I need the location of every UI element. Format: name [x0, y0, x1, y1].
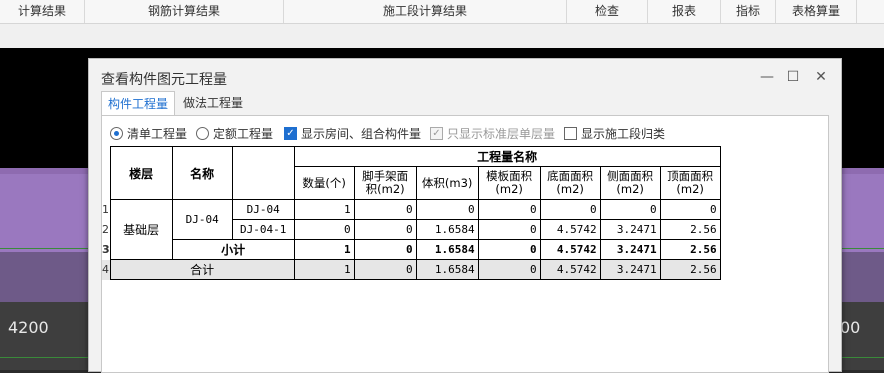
- row-number: 2: [102, 223, 109, 236]
- cell-count: 1: [293, 239, 355, 260]
- cell-volume: 1.6584: [415, 219, 479, 240]
- header-count: 数量(个): [293, 166, 355, 200]
- checkbox-show-rooms-label: 显示房间、组合构件量: [301, 126, 422, 141]
- header-side-area: 侧面面积(m2): [599, 166, 661, 200]
- checkbox-std-floor-label: 只显示标准层单层量: [447, 126, 556, 141]
- header-volume: 体积(m3): [415, 166, 479, 200]
- cell-side: 3.2471: [599, 259, 661, 280]
- header-bottom-area: 底面面积(m2): [539, 166, 601, 200]
- cell-bottom: 4.5742: [539, 219, 601, 240]
- toolbar-strip: [0, 24, 884, 48]
- cell-scaffold: 0: [353, 199, 417, 220]
- top-menu-bar: 计算结果 钢筋计算结果 施工段计算结果 检查 报表 指标 表格算量: [0, 0, 884, 24]
- radio-selected-icon: [110, 126, 123, 140]
- header-quantity-group: 工程量名称: [293, 146, 721, 167]
- header-top-area: 顶面面积(m2): [659, 166, 721, 200]
- close-icon[interactable]: ✕: [811, 67, 831, 87]
- cell-formwork: 0: [477, 239, 541, 260]
- cell-formwork: 0: [477, 259, 541, 280]
- axis-dimension-left: 4200: [8, 318, 49, 337]
- header-blank: [231, 146, 295, 200]
- menu-table-quantity[interactable]: 表格算量: [776, 0, 857, 23]
- cell-bottom: 4.5742: [539, 239, 601, 260]
- table-header-row: 楼层 名称 工程量名称: [102, 146, 721, 200]
- cell-scaffold: 0: [353, 239, 417, 260]
- radio-quota-label: 定额工程量: [213, 126, 274, 141]
- menu-check[interactable]: 检查: [567, 0, 648, 23]
- subtotal-row[interactable]: 3 小计 1 0 1.6584 0 4.5742 3.2471 2.56: [102, 239, 721, 260]
- cell-sub-name: DJ-04-1: [231, 219, 295, 240]
- total-row[interactable]: 4 合计 1 0 1.6584 0 4.5742 3.2471 2.56: [102, 259, 721, 280]
- cell-bottom: 0: [539, 199, 601, 220]
- cell-bottom: 4.5742: [539, 259, 601, 280]
- axis-dimension-right: 00: [840, 318, 861, 337]
- quantity-table: 楼层 名称 工程量名称 数量(个) 脚手架面积(m2) 体积(m3) 模板面积(…: [102, 146, 721, 280]
- subtotal-label: 小计: [171, 239, 295, 260]
- radio-empty-icon: [196, 126, 209, 140]
- cell-side: 0: [599, 199, 661, 220]
- row-number: 3: [102, 243, 110, 256]
- radio-quota-quantity[interactable]: 定额工程量: [196, 124, 273, 142]
- cell-volume: 0: [415, 199, 479, 220]
- dialog-title: 查看构件图元工程量: [101, 72, 227, 88]
- cell-formwork: 0: [477, 219, 541, 240]
- checkbox-show-section[interactable]: 显示施工段归类: [564, 124, 665, 142]
- cell-count: 1: [293, 199, 355, 220]
- checkbox-empty-icon: [564, 126, 577, 140]
- menu-calc-results[interactable]: 计算结果: [0, 0, 85, 23]
- cell-sub-name: DJ-04: [231, 199, 295, 220]
- tab-panel: 清单工程量 定额工程量 ✓ 显示房间、组合构件量 ✓ 只显示标准层单层量 显示施…: [101, 115, 829, 373]
- cell-volume: 1.6584: [415, 259, 479, 280]
- checkbox-disabled-icon: ✓: [430, 126, 443, 140]
- header-scaffold-area: 脚手架面积(m2): [353, 166, 417, 200]
- menu-report[interactable]: 报表: [648, 0, 721, 23]
- cell-side: 3.2471: [599, 219, 661, 240]
- minimize-icon[interactable]: —: [757, 67, 777, 87]
- menu-section-results[interactable]: 施工段计算结果: [284, 0, 567, 23]
- radio-list-quantity[interactable]: 清单工程量: [110, 124, 187, 142]
- checkbox-std-floor: ✓ 只显示标准层单层量: [430, 124, 555, 142]
- tab-method-quantity[interactable]: 做法工程量: [177, 91, 249, 115]
- radio-list-label: 清单工程量: [127, 126, 188, 141]
- cell-formwork: 0: [477, 199, 541, 220]
- menu-rebar-results[interactable]: 钢筋计算结果: [85, 0, 284, 23]
- table-row[interactable]: 1 基础层 DJ-04 DJ-04 1 0 0 0 0 0 0: [102, 199, 721, 260]
- cell-count: 1: [293, 259, 355, 280]
- cell-top: 2.56: [659, 219, 721, 240]
- cell-top: 0: [659, 199, 721, 220]
- cell-top: 2.56: [659, 239, 721, 260]
- quantity-dialog: 查看构件图元工程量 — ☐ ✕ 构件工程量 做法工程量 清单工程量 定额工程量 …: [88, 58, 842, 373]
- checkbox-checked-icon: ✓: [284, 126, 297, 140]
- cell-count: 0: [293, 219, 355, 240]
- row-number: 4: [102, 259, 111, 280]
- cell-volume: 1.6584: [415, 239, 479, 260]
- maximize-icon[interactable]: ☐: [783, 67, 803, 87]
- menu-indicators[interactable]: 指标: [721, 0, 776, 23]
- cell-name: DJ-04: [171, 199, 233, 240]
- tab-component-quantity[interactable]: 构件工程量: [101, 91, 176, 117]
- header-name: 名称: [171, 146, 233, 200]
- cell-scaffold: 0: [353, 219, 417, 240]
- header-floor: 楼层: [109, 146, 173, 200]
- row-number: 1: [102, 203, 109, 216]
- cell-scaffold: 0: [353, 259, 417, 280]
- cell-floor: 基础层: [109, 199, 173, 260]
- cell-side: 3.2471: [599, 239, 661, 260]
- checkbox-show-section-label: 显示施工段归类: [581, 126, 666, 141]
- checkbox-show-rooms[interactable]: ✓ 显示房间、组合构件量: [284, 124, 421, 142]
- header-formwork-area: 模板面积(m2): [477, 166, 541, 200]
- cell-top: 2.56: [659, 259, 721, 280]
- total-label: 合计: [109, 259, 295, 280]
